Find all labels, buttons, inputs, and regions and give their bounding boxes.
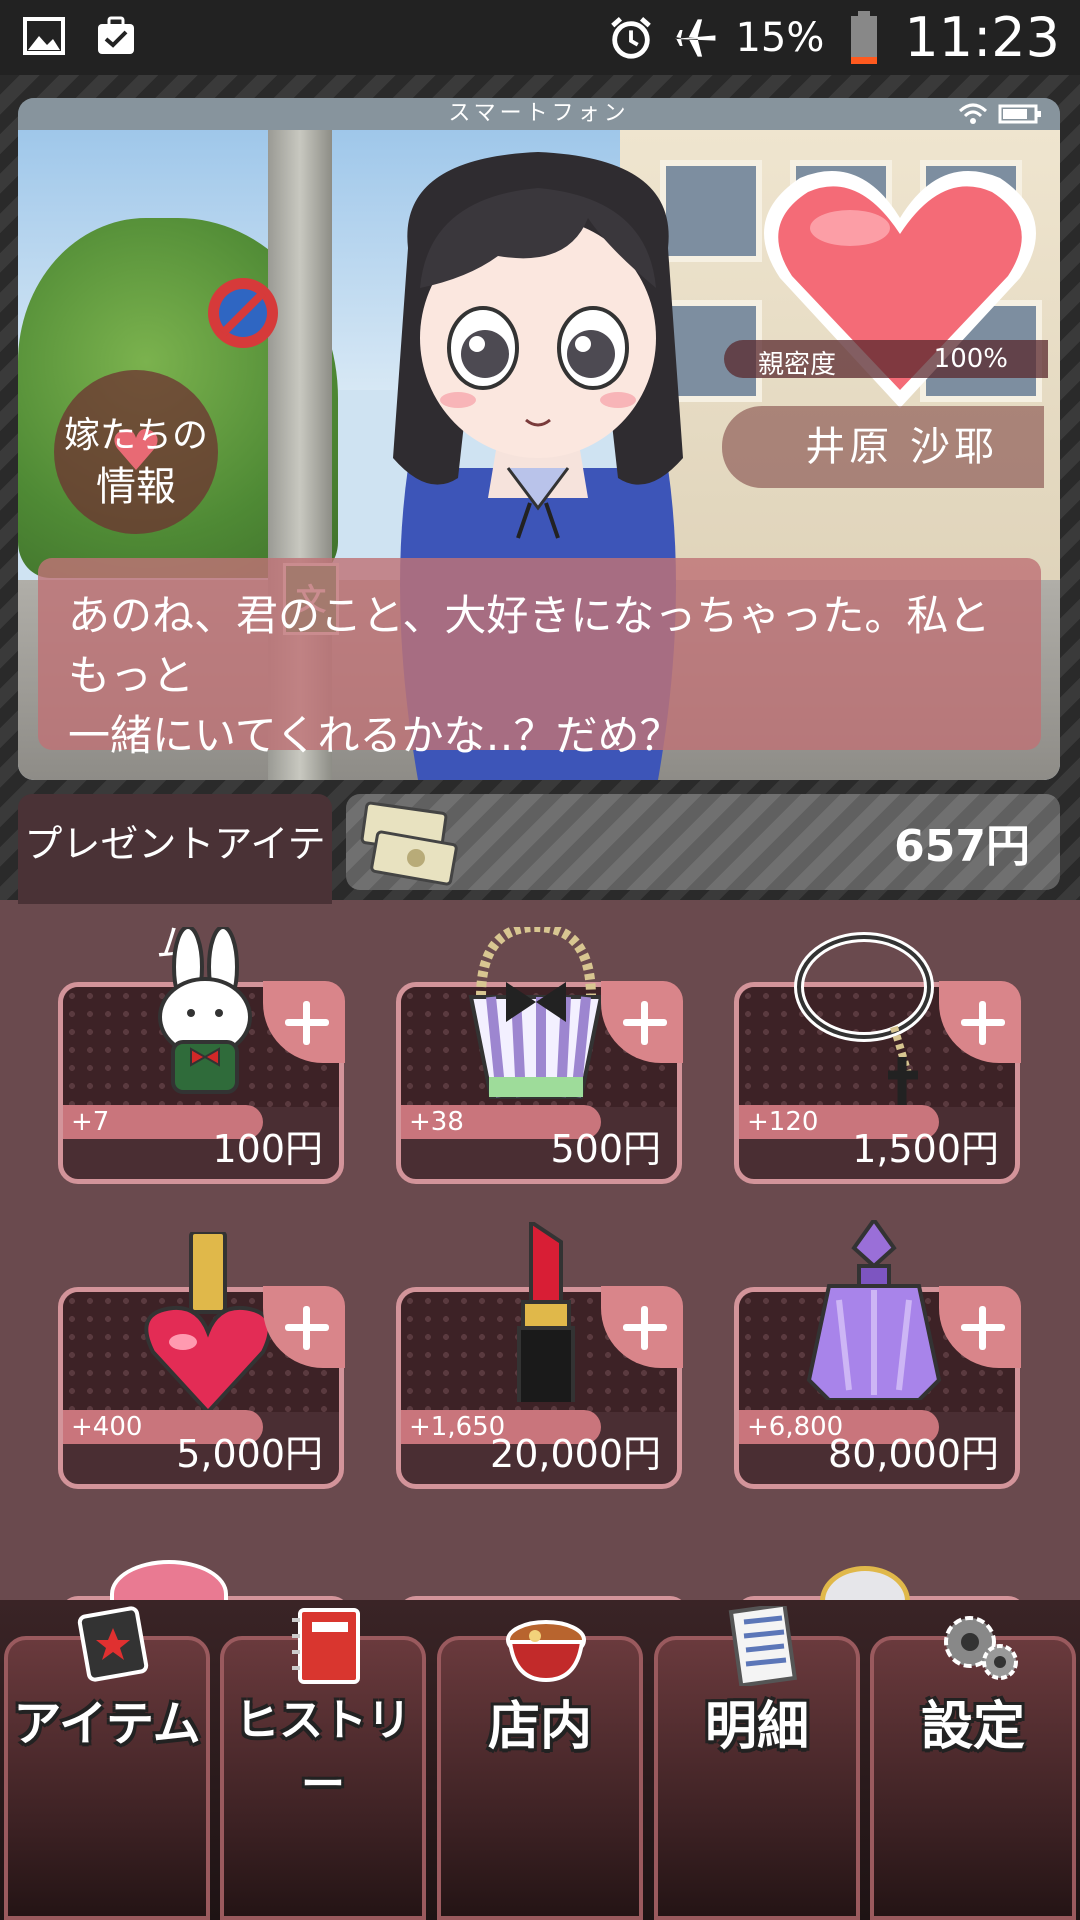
dialog-box[interactable]: あのね、君のこと、大好きになっちゃった。私ともっと 一緒にいてくれるかな‥？だめ…: [38, 558, 1041, 760]
item-price: 1,500円: [852, 1127, 999, 1171]
nav-settings-label: 設定: [920, 1697, 1025, 1757]
airplane-mode-icon: [671, 14, 719, 62]
item-card-bunny[interactable]: +7 100円: [58, 927, 345, 1184]
no-parking-sign-icon: [208, 278, 278, 348]
nav-history-button[interactable]: ヒストリー: [220, 1608, 426, 1920]
bride-info-button[interactable]: 嫁たちの 情報: [54, 370, 218, 534]
item-price: 20,000円: [490, 1432, 661, 1476]
battery-icon: [840, 10, 888, 64]
gears-icon: [944, 1616, 1018, 1680]
bunny-plush-icon: [158, 927, 252, 1094]
info-badge-line1: 嫁たちの: [63, 415, 208, 456]
item-card-rosary[interactable]: +120 1,500円: [734, 932, 1021, 1184]
phone-battery-icon: [998, 104, 1041, 124]
item-card-nail-polish[interactable]: +400 5,000円: [58, 1232, 345, 1489]
status-bar: 15% 11:23: [0, 0, 1080, 75]
phone-screen: 文 スマートフォン 嫁たちの 情報 親密度: [18, 98, 1060, 780]
nav-store-label: 店内: [487, 1697, 592, 1757]
item-card-handbag[interactable]: +38 500円: [396, 927, 683, 1184]
wifi-icon: [958, 103, 988, 124]
nav-statement-label: 明細: [704, 1697, 809, 1757]
affinity-label: 親密度: [758, 350, 837, 380]
dialog-line-2: 一緒にいてくれるかな‥？だめ？: [68, 711, 682, 760]
money-bills-icon: [360, 801, 458, 886]
character-name: 井原 沙耶: [722, 406, 1044, 488]
item-card-perfume[interactable]: +6,800 80,000円: [734, 1220, 1021, 1489]
item-card-icon: [77, 1606, 149, 1682]
affinity-value: 100%: [933, 344, 1008, 374]
receipt-icon: [728, 1606, 798, 1686]
perfume-bottle-icon: [806, 1220, 942, 1400]
item-price: 5,000円: [176, 1432, 323, 1476]
lipstick-icon: [517, 1222, 575, 1402]
money-display: 657円: [346, 794, 1060, 890]
nav-settings-button[interactable]: 設定: [870, 1616, 1076, 1920]
image-notification-icon: [20, 12, 68, 60]
item-price: 100円: [212, 1127, 323, 1171]
battery-percent: 15%: [735, 14, 825, 61]
task-done-icon: [92, 12, 140, 60]
money-amount: 657円: [894, 821, 1030, 872]
info-badge-line2: 情報: [96, 464, 176, 510]
rosary-necklace-icon: [794, 932, 934, 1107]
dialog-line-1: あのね、君のこと、大好きになっちゃった。私ともっと: [68, 591, 991, 700]
nav-items-label: アイテム: [13, 1696, 201, 1752]
alarm-icon: [607, 14, 655, 62]
nav-statement-button[interactable]: 明細: [654, 1606, 860, 1920]
present-items-tab[interactable]: プレゼントアイテム: [18, 794, 332, 966]
item-price: 80,000円: [828, 1432, 999, 1476]
nav-items-button[interactable]: アイテム: [4, 1606, 210, 1920]
nail-polish-icon: [144, 1232, 272, 1412]
affinity-meter: 親密度 100%: [724, 340, 1048, 380]
phone-title-bar: スマートフォン: [18, 98, 1060, 130]
notebook-icon: [292, 1608, 360, 1684]
clock: 11:23: [904, 6, 1060, 69]
phone-title: スマートフォン: [448, 101, 630, 126]
nav-store-button[interactable]: 店内: [437, 1620, 643, 1920]
food-bowl-icon: [506, 1620, 586, 1683]
item-card-lipstick[interactable]: +1,650 20,000円: [396, 1222, 683, 1489]
nav-history-label: ヒストリー: [235, 1695, 411, 1810]
item-price: 500円: [550, 1127, 661, 1171]
handbag-icon: [468, 927, 604, 1099]
